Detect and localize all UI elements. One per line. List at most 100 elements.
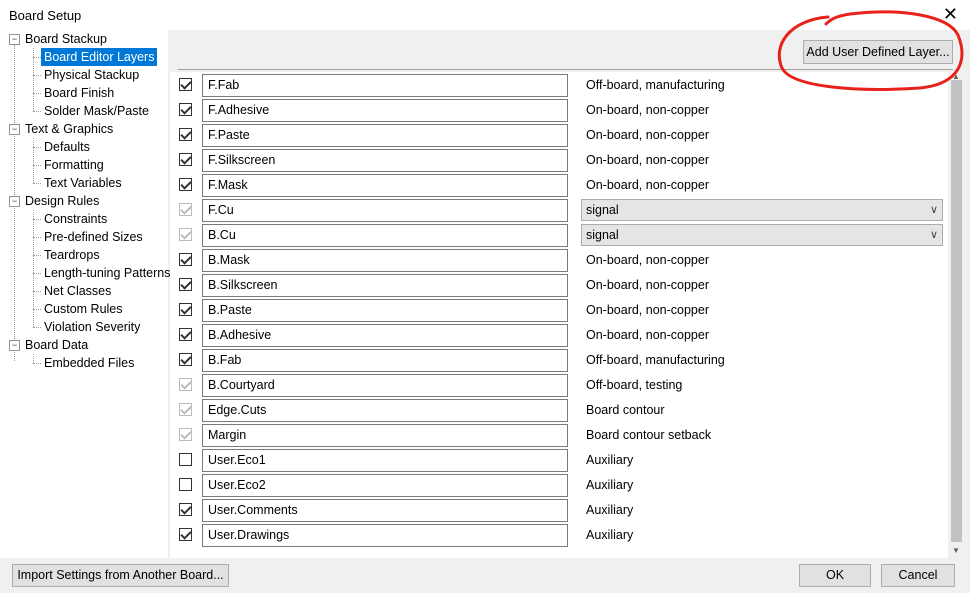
tree-item-constraints[interactable]: Constraints [44, 210, 107, 228]
tree-item-violation-severity[interactable]: Violation Severity [44, 318, 140, 336]
layer-type-label: On-board, non-copper [586, 178, 709, 192]
tree-connector [33, 75, 41, 76]
tree-connector [33, 309, 41, 310]
tree-connector [33, 255, 41, 256]
layer-name-field[interactable]: Margin [202, 424, 568, 447]
layer-type-label: On-board, non-copper [586, 303, 709, 317]
layer-enable-checkbox[interactable] [179, 178, 192, 191]
tree-item-board-stackup[interactable]: Board Stackup [25, 30, 107, 48]
tree-item-formatting[interactable]: Formatting [44, 156, 104, 174]
collapse-icon[interactable]: − [9, 34, 20, 45]
vertical-scrollbar[interactable]: ▲ ▼ [948, 72, 965, 558]
layer-name-field[interactable]: B.Adhesive [202, 324, 568, 347]
tree-item-predefined-sizes[interactable]: Pre-defined Sizes [44, 228, 143, 246]
layer-name-field[interactable]: F.Silkscreen [202, 149, 568, 172]
layer-list: F.Fab Off-board, manufacturing F.Adhesive O… [170, 72, 948, 558]
layer-type-label: On-board, non-copper [586, 103, 709, 117]
layer-name-field[interactable]: B.Mask [202, 249, 568, 272]
tree-connector [33, 147, 41, 148]
layer-enable-checkbox[interactable] [179, 78, 192, 91]
layer-type-value: signal [586, 203, 619, 217]
tree-item-text-graphics[interactable]: Text & Graphics [25, 120, 113, 138]
layer-row: F.Silkscreen On-board, non-copper [170, 148, 948, 173]
layer-row: Margin Board contour setback [170, 423, 948, 448]
layer-enable-checkbox[interactable] [179, 328, 192, 341]
layer-type-label: On-board, non-copper [586, 278, 709, 292]
divider [178, 69, 953, 70]
layers-panel: Add User Defined Layer... F.Fab Off-board… [170, 30, 968, 558]
tree-item-text-variables[interactable]: Text Variables [44, 174, 122, 192]
layer-enable-checkbox[interactable] [179, 278, 192, 291]
layer-enable-checkbox[interactable] [179, 353, 192, 366]
layer-name-field[interactable]: B.Fab [202, 349, 568, 372]
layer-name-field[interactable]: F.Adhesive [202, 99, 568, 122]
layer-enable-checkbox[interactable] [179, 153, 192, 166]
layer-name-field[interactable]: B.Cu [202, 224, 568, 247]
scroll-down-icon[interactable]: ▼ [952, 546, 960, 555]
layer-type-label: On-board, non-copper [586, 128, 709, 142]
layer-type-value: signal [586, 228, 619, 242]
checkmark-icon [180, 78, 192, 90]
layer-type-dropdown[interactable]: signal ∨ [581, 199, 943, 221]
layer-row: F.Cu signal ∨ [170, 198, 948, 223]
checkmark-icon [180, 278, 192, 290]
tree-item-solder-mask-paste[interactable]: Solder Mask/Paste [44, 102, 149, 120]
collapse-icon[interactable]: − [9, 196, 20, 207]
layer-name-field[interactable]: F.Cu [202, 199, 568, 222]
layer-name-field[interactable]: User.Eco2 [202, 474, 568, 497]
layer-type-dropdown[interactable]: signal ∨ [581, 224, 943, 246]
layer-type-label: Off-board, manufacturing [586, 78, 725, 92]
tree-item-board-finish[interactable]: Board Finish [44, 84, 114, 102]
layer-type-label: Off-board, testing [586, 378, 683, 392]
tree-item-board-data[interactable]: Board Data [25, 336, 88, 354]
layer-name-field[interactable]: User.Drawings [202, 524, 568, 547]
layer-type-label: Off-board, manufacturing [586, 353, 725, 367]
layer-row: B.Paste On-board, non-copper [170, 298, 948, 323]
layer-row: User.Eco2 Auxiliary [170, 473, 948, 498]
layer-enable-checkbox[interactable] [179, 503, 192, 516]
layer-name-field[interactable]: F.Mask [202, 174, 568, 197]
layer-enable-checkbox[interactable] [179, 253, 192, 266]
layer-name-field[interactable]: B.Silkscreen [202, 274, 568, 297]
add-user-defined-layer-button[interactable]: Add User Defined Layer... [803, 40, 953, 64]
tree-item-teardrops[interactable]: Teardrops [44, 246, 100, 264]
tree-item-length-tuning-patterns[interactable]: Length-tuning Patterns [44, 264, 170, 282]
layer-enable-checkbox [179, 378, 192, 391]
layer-enable-checkbox[interactable] [179, 303, 192, 316]
layer-type-label: Auxiliary [586, 478, 634, 492]
layer-enable-checkbox[interactable] [179, 453, 192, 466]
ok-button[interactable]: OK [799, 564, 871, 587]
tree-item-custom-rules[interactable]: Custom Rules [44, 300, 123, 318]
tree-item-defaults[interactable]: Defaults [44, 138, 90, 156]
layer-enable-checkbox[interactable] [179, 128, 192, 141]
chevron-down-icon: ∨ [929, 204, 938, 216]
layer-row: User.Drawings Auxiliary [170, 523, 948, 548]
layer-enable-checkbox[interactable] [179, 478, 192, 491]
layer-row: B.Cu signal ∨ [170, 223, 948, 248]
tree-connector [33, 165, 41, 166]
scrollbar-thumb[interactable] [951, 80, 962, 542]
layer-row: B.Silkscreen On-board, non-copper [170, 273, 948, 298]
tree-item-net-classes[interactable]: Net Classes [44, 282, 111, 300]
close-icon[interactable]: ✕ [943, 4, 958, 24]
checkmark-icon [180, 353, 192, 365]
layer-name-field[interactable]: B.Paste [202, 299, 568, 322]
layer-row: B.Adhesive On-board, non-copper [170, 323, 948, 348]
tree-item-board-editor-layers[interactable]: Board Editor Layers [41, 48, 158, 66]
tree-item-embedded-files[interactable]: Embedded Files [44, 354, 134, 372]
layer-name-field[interactable]: User.Comments [202, 499, 568, 522]
cancel-button[interactable]: Cancel [881, 564, 955, 587]
collapse-icon[interactable]: − [9, 124, 20, 135]
layer-name-field[interactable]: B.Courtyard [202, 374, 568, 397]
tree-item-design-rules[interactable]: Design Rules [25, 192, 99, 210]
tree-item-physical-stackup[interactable]: Physical Stackup [44, 66, 139, 84]
layer-name-field[interactable]: User.Eco1 [202, 449, 568, 472]
layer-name-field[interactable]: F.Paste [202, 124, 568, 147]
collapse-icon[interactable]: − [9, 340, 20, 351]
import-settings-button[interactable]: Import Settings from Another Board... [12, 564, 229, 587]
layer-name-field[interactable]: F.Fab [202, 74, 568, 97]
layer-enable-checkbox[interactable] [179, 528, 192, 541]
layer-enable-checkbox[interactable] [179, 103, 192, 116]
layer-name-field[interactable]: Edge.Cuts [202, 399, 568, 422]
layer-type-label: Auxiliary [586, 453, 634, 467]
